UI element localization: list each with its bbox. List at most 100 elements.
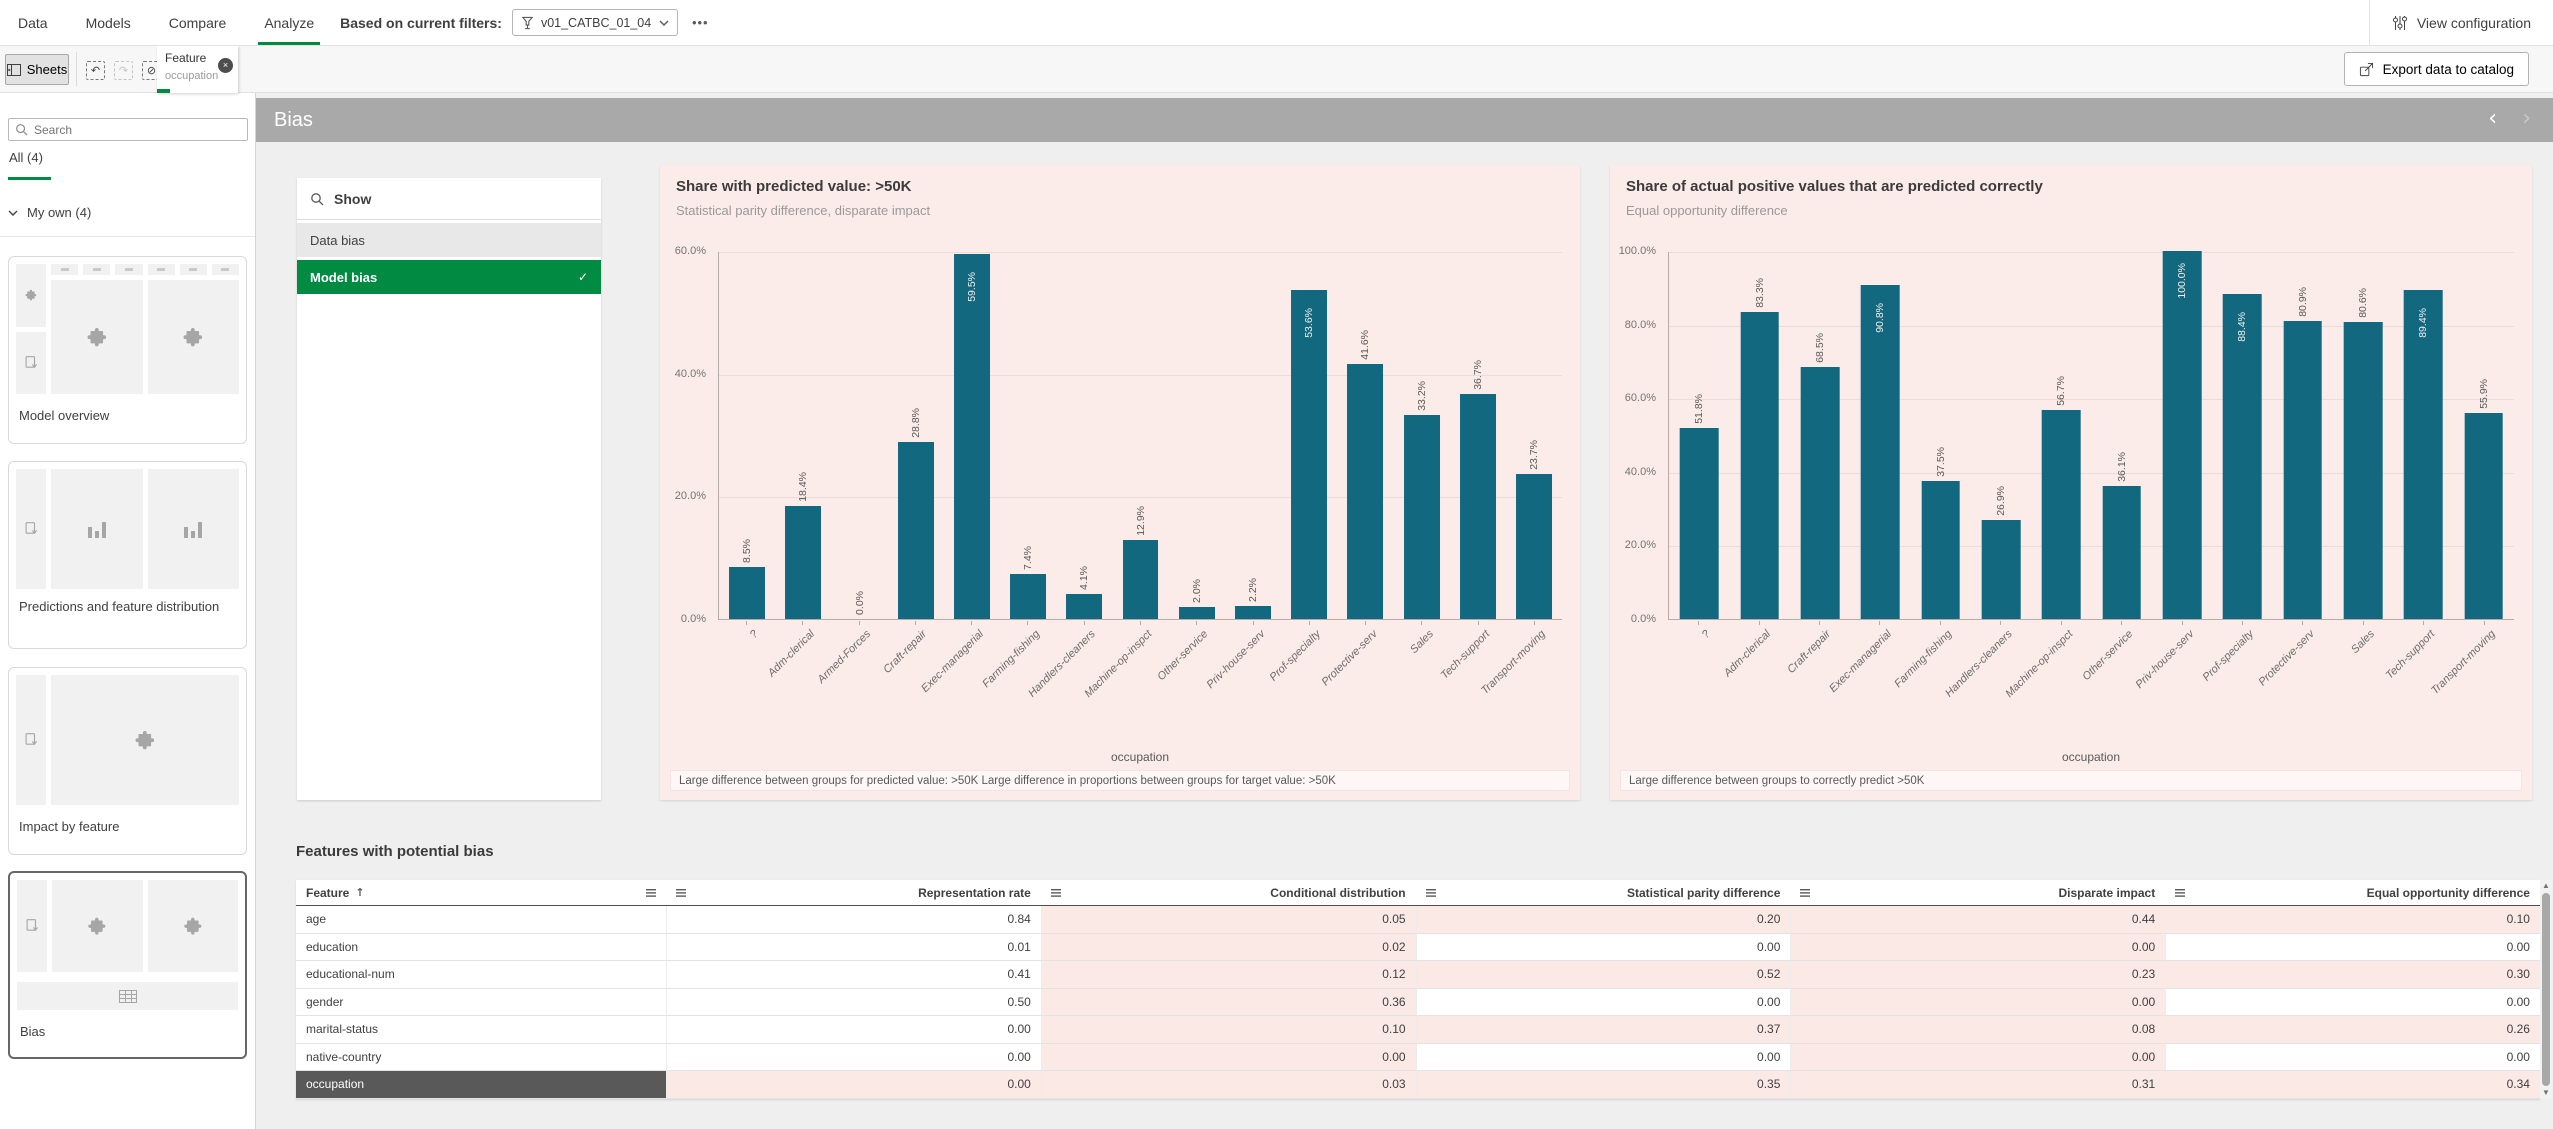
my-own-section-toggle[interactable]: My own (4) (8, 205, 91, 220)
x-tick-label: Adm-clerical (1722, 628, 1773, 679)
bar-Protective-serv[interactable] (1347, 364, 1383, 619)
table-row: age0.840.050.200.440.10 (296, 906, 2540, 934)
selection-chip-feature[interactable]: Feature occupation × (157, 46, 238, 93)
feature-cell-marital-status[interactable]: marital-status (296, 1016, 666, 1044)
bar-Other-service[interactable] (1179, 607, 1215, 619)
bar-Exec-managerial[interactable] (1861, 285, 1900, 619)
search-icon (15, 123, 28, 136)
bar-Farming-fishing[interactable] (1010, 574, 1046, 619)
y-tick-label: 40.0% (1625, 466, 1656, 478)
bar-Transport-moving[interactable] (1516, 474, 1552, 619)
bar-value-label: 80.9% (2297, 287, 2309, 317)
sheet-search[interactable] (8, 118, 248, 141)
show-item-model-bias[interactable]: Model bias ✓ (297, 260, 601, 294)
bar-Adm-clerical[interactable] (785, 506, 821, 619)
feature-cell-gender[interactable]: gender (296, 989, 666, 1017)
features-bias-table: Feature↑Representation rateConditional d… (296, 880, 2540, 1099)
column-menu-icon[interactable] (646, 889, 656, 897)
view-configuration-label: View configuration (2417, 15, 2531, 31)
bar-value-label: 8.5% (741, 539, 753, 563)
bar-Sales[interactable] (2344, 322, 2383, 619)
bar-Other-service[interactable] (2102, 486, 2141, 619)
column-header[interactable]: Statistical parity difference (1416, 880, 1791, 906)
sheet-card-predictions[interactable]: Predictions and feature distribution (8, 461, 247, 649)
sheet-card-bias[interactable]: Bias (8, 871, 247, 1059)
close-icon[interactable]: × (218, 58, 233, 73)
column-header[interactable]: Conditional distribution (1041, 880, 1416, 906)
column-header-feature[interactable]: Feature↑ (296, 880, 666, 906)
more-options-button[interactable]: ••• (692, 15, 709, 30)
bar-Prof-specialty[interactable] (1291, 290, 1327, 619)
scroll-up-icon[interactable]: ▲ (2540, 880, 2552, 892)
sheet-thumbnail (10, 873, 245, 1017)
bar-Protective-serv[interactable] (2283, 321, 2322, 619)
sheet-title-bar: Bias ‹ › (256, 98, 2553, 142)
filter-dropdown[interactable]: v01_CATBC_01_04 (512, 9, 678, 36)
show-search[interactable]: Show (297, 178, 601, 220)
selection-chip-field: Feature (165, 51, 206, 65)
table-scrollbar[interactable]: ▲ ▼ (2540, 880, 2552, 1099)
bar-Priv-house-serv[interactable] (2163, 251, 2202, 619)
column-menu-icon[interactable] (1426, 889, 1436, 897)
view-configuration-button[interactable]: View configuration (2369, 0, 2553, 45)
show-item-data-bias[interactable]: Data bias (297, 223, 601, 257)
bar-?[interactable] (729, 567, 765, 619)
column-menu-icon[interactable] (2175, 889, 2185, 897)
export-data-button[interactable]: Export data to catalog (2344, 52, 2529, 86)
bar-value-label: 83.3% (1754, 278, 1766, 308)
bar-Craft-repair[interactable] (898, 442, 934, 619)
chevron-down-icon (659, 20, 669, 26)
previous-sheet-icon[interactable]: ‹ (2488, 108, 2497, 130)
feature-cell-age[interactable]: age (296, 906, 666, 934)
bar-Handlers-cleaners[interactable] (1982, 520, 2021, 619)
bar-Adm-clerical[interactable] (1740, 312, 1779, 619)
tab-compare[interactable]: Compare (169, 0, 227, 45)
bar-value-label: 7.4% (1022, 546, 1034, 570)
bar-Transport-moving[interactable] (2465, 413, 2504, 619)
selection-chip-value: occupation (165, 70, 218, 82)
scroll-down-icon[interactable]: ▼ (2540, 1087, 2552, 1099)
feature-cell-native-country[interactable]: native-country (296, 1044, 666, 1072)
bar-value-label: 33.2% (1416, 381, 1428, 411)
column-header[interactable]: Disparate impact (1790, 880, 2165, 906)
plot-area: 8.5%18.4%0.0%28.8%59.5%7.4%4.1%12.9%2.0%… (718, 252, 1562, 620)
table-header-row: Feature↑Representation rateConditional d… (296, 880, 2540, 906)
value-cell: 0.03 (1041, 1071, 1416, 1099)
tab-data[interactable]: Data (18, 0, 48, 45)
bar-Machine-op-inspct[interactable] (1123, 540, 1159, 619)
bar-Craft-repair[interactable] (1801, 367, 1840, 619)
bar-Handlers-cleaners[interactable] (1066, 594, 1102, 619)
column-header[interactable]: Equal opportunity difference (2165, 880, 2540, 906)
feature-cell-occupation[interactable]: occupation (296, 1071, 666, 1099)
value-cell: 0.05 (1041, 906, 1416, 934)
bar-Sales[interactable] (1404, 415, 1440, 619)
tab-analyze[interactable]: Analyze (264, 0, 314, 45)
bar-Priv-house-serv[interactable] (1235, 606, 1271, 619)
sheet-card-impact-by-feature[interactable]: Impact by feature (8, 667, 247, 855)
feature-cell-education[interactable]: education (296, 934, 666, 962)
bar-Prof-specialty[interactable] (2223, 294, 2262, 619)
sheet-card-label: Impact by feature (9, 812, 246, 835)
bar-Exec-managerial[interactable] (954, 254, 990, 619)
step-back-selection-icon[interactable]: ↶ (86, 61, 105, 80)
value-cell: 0.00 (666, 1044, 1041, 1072)
tab-models[interactable]: Models (86, 0, 131, 45)
bar-Machine-op-inspct[interactable] (2042, 410, 2081, 619)
bar-Farming-fishing[interactable] (1921, 481, 1960, 619)
tab-all-sheets[interactable]: All (4) (9, 150, 43, 165)
sheet-card-label: Model overview (9, 401, 246, 424)
sheet-card-model-overview[interactable]: Model overview (8, 256, 247, 444)
column-menu-icon[interactable] (676, 889, 686, 897)
bar-Tech-support[interactable] (1460, 394, 1496, 619)
column-menu-icon[interactable] (1800, 889, 1810, 897)
feature-cell-educational-num[interactable]: educational-num (296, 961, 666, 989)
search-input[interactable] (34, 123, 241, 137)
column-header[interactable]: Representation rate (666, 880, 1041, 906)
column-menu-icon[interactable] (1051, 889, 1061, 897)
sheets-button[interactable]: Sheets (5, 54, 69, 85)
value-cell: 0.08 (1790, 1016, 2165, 1044)
bar-value-label: 89.4% (2417, 308, 2429, 338)
bar-?[interactable] (1680, 428, 1719, 619)
bar-Tech-support[interactable] (2404, 290, 2443, 619)
scrollbar-thumb[interactable] (2542, 893, 2550, 1086)
